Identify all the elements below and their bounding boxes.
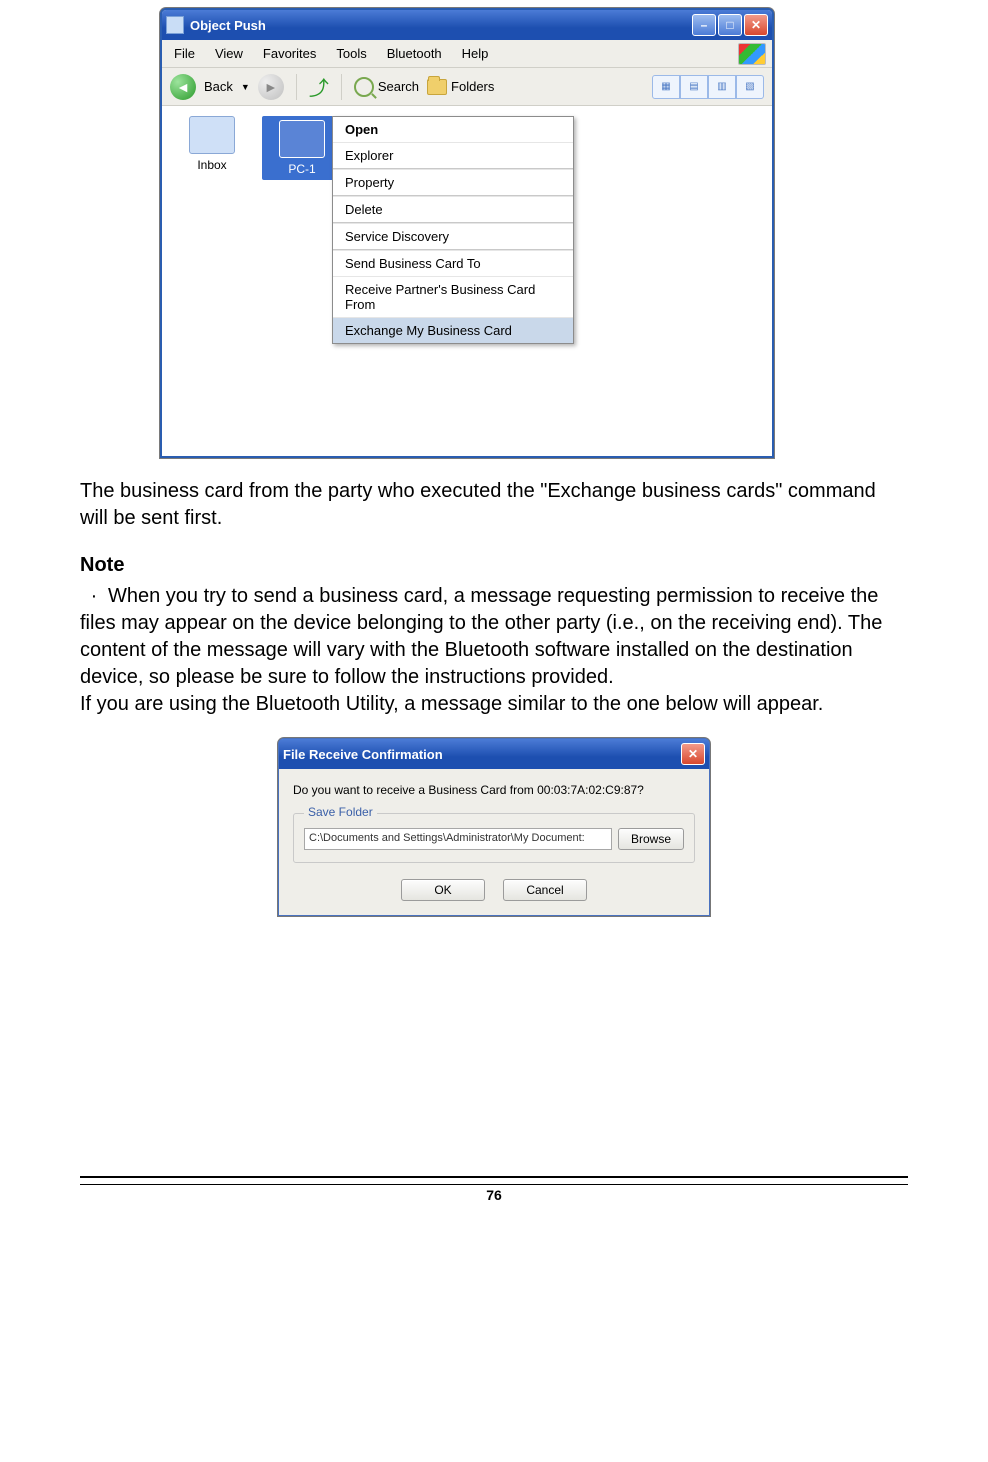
- separator: [296, 74, 297, 100]
- view-list-button[interactable]: ▤: [680, 75, 708, 99]
- close-button[interactable]: ✕: [744, 14, 768, 36]
- menu-send-card[interactable]: Send Business Card To: [333, 250, 573, 276]
- browse-button[interactable]: Browse: [618, 828, 684, 850]
- menu-open[interactable]: Open: [333, 117, 573, 142]
- back-dropdown-icon[interactable]: ▼: [241, 82, 250, 92]
- menu-view[interactable]: View: [215, 46, 243, 61]
- titlebar[interactable]: Object Push – □ ✕: [162, 10, 772, 40]
- menu-tools[interactable]: Tools: [336, 46, 366, 61]
- note-bullet: ·When you try to send a business card, a…: [80, 583, 908, 691]
- item-inbox[interactable]: Inbox: [172, 116, 252, 172]
- note-text: When you try to send a business card, a …: [80, 585, 882, 688]
- menu-bar: File View Favorites Tools Bluetooth Help: [162, 40, 772, 68]
- view-icons-button[interactable]: ▦: [652, 75, 680, 99]
- folders-label: Folders: [451, 79, 494, 94]
- search-button[interactable]: Search: [354, 77, 419, 97]
- paragraph: If you are using the Bluetooth Utility, …: [80, 691, 908, 718]
- search-label: Search: [378, 79, 419, 94]
- computer-icon: [279, 120, 325, 158]
- toolbar: ◄ Back ▼ ► ⤴ Search Folders ▦ ▤ ▥ ▧: [162, 68, 772, 106]
- menu-receive-card[interactable]: Receive Partner's Business Card From: [333, 276, 573, 317]
- window-title: Object Push: [190, 18, 266, 33]
- back-label[interactable]: Back: [204, 79, 233, 94]
- page-footer: 76: [80, 1176, 908, 1203]
- folder-icon: [427, 79, 447, 95]
- window-body: Inbox PC-1 Open Explorer Property Delete…: [162, 106, 772, 456]
- menu-help[interactable]: Help: [462, 46, 489, 61]
- file-receive-dialog: File Receive Confirmation ✕ Do you want …: [278, 738, 710, 916]
- back-icon[interactable]: ◄: [170, 74, 196, 100]
- item-pc1[interactable]: PC-1: [262, 116, 342, 180]
- forward-icon[interactable]: ►: [258, 74, 284, 100]
- maximize-button[interactable]: □: [718, 14, 742, 36]
- object-push-window: Object Push – □ ✕ File View Favorites To…: [160, 8, 774, 458]
- item-label: Inbox: [197, 158, 226, 172]
- folders-button[interactable]: Folders: [427, 79, 494, 95]
- save-folder-group: Save Folder C:\Documents and Settings\Ad…: [293, 813, 695, 863]
- minimize-button[interactable]: –: [692, 14, 716, 36]
- inbox-icon: [189, 116, 235, 154]
- dialog-title: File Receive Confirmation: [283, 747, 443, 762]
- save-path-input[interactable]: C:\Documents and Settings\Administrator\…: [304, 828, 612, 850]
- search-icon: [354, 77, 374, 97]
- view-thumb-button[interactable]: ▧: [736, 75, 764, 99]
- paragraph: The business card from the party who exe…: [80, 478, 908, 532]
- menu-delete[interactable]: Delete: [333, 196, 573, 222]
- up-icon[interactable]: ⤴: [309, 72, 329, 101]
- menu-file[interactable]: File: [174, 46, 195, 61]
- dialog-titlebar[interactable]: File Receive Confirmation ✕: [279, 739, 709, 769]
- separator: [341, 74, 342, 100]
- note-heading: Note: [80, 552, 908, 579]
- windows-flag-icon: [738, 43, 766, 65]
- dialog-message: Do you want to receive a Business Card f…: [293, 783, 695, 797]
- dialog-close-button[interactable]: ✕: [681, 743, 705, 765]
- bullet-icon: ·: [80, 583, 108, 610]
- menu-favorites[interactable]: Favorites: [263, 46, 316, 61]
- menu-bluetooth[interactable]: Bluetooth: [387, 46, 442, 61]
- context-menu: Open Explorer Property Delete Service Di…: [332, 116, 574, 344]
- ok-button[interactable]: OK: [401, 879, 485, 901]
- cancel-button[interactable]: Cancel: [503, 879, 587, 901]
- menu-exchange-card[interactable]: Exchange My Business Card: [333, 317, 573, 343]
- view-details-button[interactable]: ▥: [708, 75, 736, 99]
- item-label: PC-1: [288, 162, 315, 176]
- menu-explorer[interactable]: Explorer: [333, 142, 573, 168]
- view-mode-buttons: ▦ ▤ ▥ ▧: [652, 75, 764, 99]
- menu-service-discovery[interactable]: Service Discovery: [333, 223, 573, 249]
- fieldset-legend: Save Folder: [304, 805, 377, 819]
- menu-property[interactable]: Property: [333, 169, 573, 195]
- app-icon: [166, 16, 184, 34]
- page-number: 76: [80, 1187, 908, 1203]
